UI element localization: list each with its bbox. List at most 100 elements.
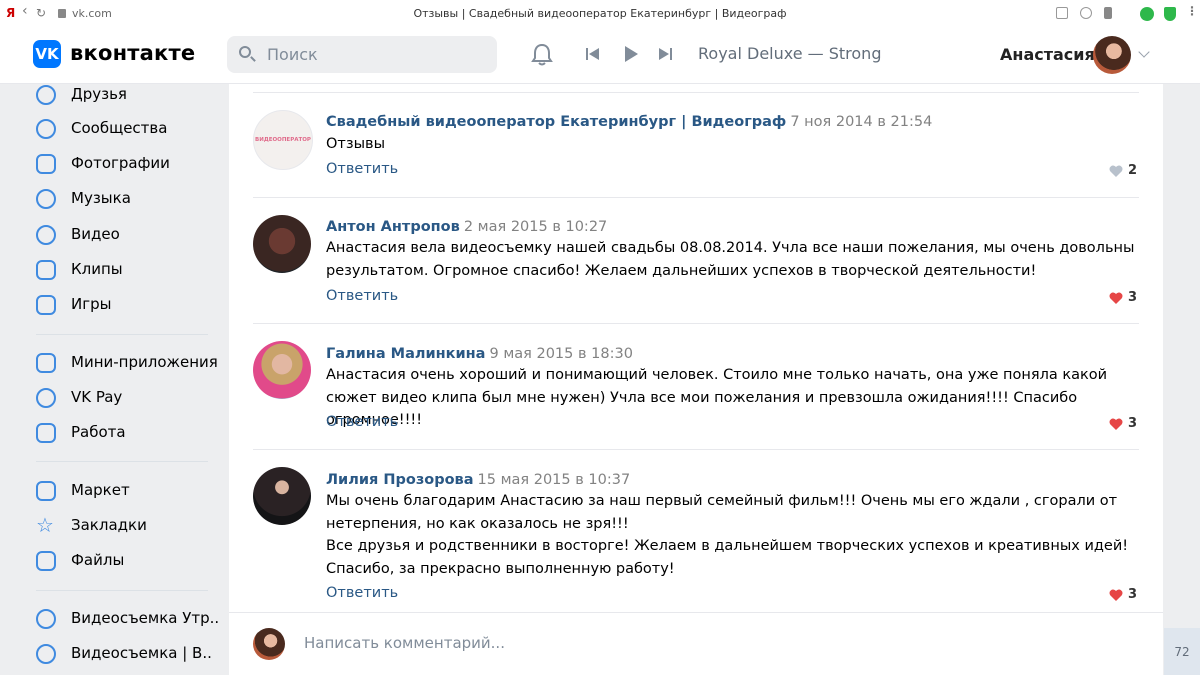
files-icon	[36, 551, 56, 571]
comment-date[interactable]: 9 мая 2015 в 18:30	[489, 346, 632, 362]
avatar-logo-text: ВИДЕООПЕРАТОР	[255, 137, 311, 143]
sidebar-item-files[interactable]: Файлы	[36, 549, 226, 573]
menu-icon[interactable]: ⋮	[1186, 4, 1198, 18]
comment-header: Лилия Прозорова 15 мая 2015 в 10:37	[326, 469, 630, 488]
comment-divider	[253, 323, 1139, 324]
avatar[interactable]	[253, 215, 311, 273]
sidebar-item-label: Игры	[71, 295, 112, 313]
scroll-counter-badge[interactable]: 72	[1164, 628, 1200, 675]
sidebar-item-clips[interactable]: Клипы	[36, 258, 226, 282]
play-icon[interactable]	[622, 45, 640, 63]
like-button[interactable]: 3	[1109, 416, 1137, 431]
market-icon	[36, 481, 56, 501]
heart-icon	[1109, 292, 1123, 304]
sidebar-item-label: Видеосъемка | В..	[71, 644, 212, 662]
search-input[interactable]: Поиск	[227, 36, 497, 73]
like-count: 3	[1127, 416, 1137, 431]
search-icon	[239, 46, 251, 58]
chevron-down-icon[interactable]	[1138, 46, 1150, 58]
sidebar-item-label: Друзья	[71, 85, 127, 103]
sidebar-item-games[interactable]: Игры	[36, 293, 226, 317]
comment-date[interactable]: 2 мая 2015 в 10:27	[464, 219, 607, 235]
search-placeholder: Поиск	[267, 45, 318, 64]
sidebar-item-group-2[interactable]: Видеосъемка | В..	[36, 642, 226, 666]
site-header: VK вконтакте Поиск Royal Deluxe — Strong…	[0, 28, 1200, 84]
sidebar-item-label: Работа	[71, 423, 126, 441]
sidebar-item-video[interactable]: Видео	[36, 223, 226, 247]
comment-text: Анастасия вела видеосъемку нашей свадьбы…	[326, 240, 1135, 279]
comment-header: Свадебный видеооператор Екатеринбург | В…	[326, 111, 932, 130]
avatar[interactable]	[253, 341, 311, 399]
like-count: 2	[1127, 163, 1137, 178]
comment-divider	[253, 197, 1139, 198]
sidebar-divider	[36, 334, 208, 335]
vk-logo-icon[interactable]: VK	[33, 40, 61, 68]
avatar[interactable]	[253, 467, 311, 525]
sidebar-item-label: Маркет	[71, 481, 130, 499]
comment-header: Антон Антропов 2 мая 2015 в 10:27	[326, 216, 607, 235]
sidebar-item-group-1[interactable]: Видеосъемка Утр..	[36, 607, 226, 631]
vkpay-icon	[36, 388, 56, 408]
comment-author[interactable]: Галина Малинкина	[326, 346, 485, 362]
zoom-icon[interactable]	[1080, 7, 1092, 19]
check-extension-icon[interactable]	[1140, 7, 1154, 21]
sidebar-item-market[interactable]: Маркет	[36, 479, 226, 503]
like-count: 3	[1127, 587, 1137, 602]
next-track-icon[interactable]	[657, 46, 673, 62]
shield-extension-icon[interactable]	[1164, 7, 1176, 21]
like-button[interactable]: 3	[1109, 290, 1137, 305]
comment-author[interactable]: Лилия Прозорова	[326, 472, 474, 488]
comment-text: Отзывы	[326, 136, 386, 152]
left-sidebar: Друзья Сообщества Фотографии Музыка Виде…	[0, 84, 228, 675]
comment-input[interactable]: Написать комментарий...	[304, 634, 505, 652]
comment-header: Галина Малинкина 9 мая 2015 в 18:30	[326, 343, 633, 362]
sidebar-divider	[36, 590, 208, 591]
games-icon	[36, 295, 56, 315]
like-button[interactable]: 2	[1109, 163, 1137, 178]
page-title: Отзывы | Свадебный видеооператор Екатери…	[413, 7, 787, 20]
sidebar-item-communities[interactable]: Сообщества	[36, 117, 226, 141]
comment-author[interactable]: Свадебный видеооператор Екатеринбург | В…	[326, 114, 786, 130]
previous-track-icon[interactable]	[585, 46, 601, 62]
comment-date[interactable]: 7 ноя 2014 в 21:54	[790, 114, 932, 130]
sidebar-item-mini-apps[interactable]: Мини-приложения	[36, 351, 226, 375]
comment-divider	[253, 449, 1139, 450]
heart-icon	[1109, 418, 1123, 430]
comment-author[interactable]: Антон Антропов	[326, 219, 460, 235]
sidebar-item-photos[interactable]: Фотографии	[36, 152, 226, 176]
vk-logo-text[interactable]: вконтакте	[70, 41, 195, 65]
reply-button[interactable]: Ответить	[326, 414, 398, 430]
sidebar-item-label: Файлы	[71, 551, 125, 569]
bookmarks-icon: ☆	[36, 513, 54, 537]
reply-button[interactable]: Ответить	[326, 288, 398, 304]
comment-date[interactable]: 15 мая 2015 в 10:37	[478, 472, 631, 488]
comment-text: Мы очень благодарим Анастасию за наш пер…	[326, 493, 1129, 577]
now-playing-track[interactable]: Royal Deluxe — Strong	[698, 44, 881, 63]
sidebar-item-label: Закладки	[71, 516, 147, 534]
sidebar-item-label: Клипы	[71, 260, 123, 278]
sidebar-item-label: Видео	[71, 225, 120, 243]
music-icon	[36, 189, 56, 209]
heart-icon	[1109, 589, 1123, 601]
notifications-bell-icon[interactable]	[530, 42, 554, 68]
sidebar-item-bookmarks[interactable]: ☆ Закладки	[36, 513, 226, 538]
translate-icon[interactable]	[1056, 7, 1068, 19]
avatar[interactable]: ВИДЕООПЕРАТОР	[253, 110, 313, 170]
comment-composer: Написать комментарий...	[229, 612, 1163, 675]
sidebar-item-vkpay[interactable]: VK Pay	[36, 386, 226, 410]
sidebar-item-music[interactable]: Музыка	[36, 187, 226, 211]
bookmark-icon[interactable]	[1104, 7, 1112, 19]
group-icon	[36, 644, 56, 664]
avatar[interactable]	[253, 628, 285, 660]
sidebar-item-work[interactable]: Работа	[36, 421, 226, 445]
avatar[interactable]	[1093, 36, 1131, 74]
like-button[interactable]: 3	[1109, 587, 1137, 602]
communities-icon	[36, 119, 56, 139]
video-icon	[36, 225, 56, 245]
reply-button[interactable]: Ответить	[326, 161, 398, 177]
sidebar-item-friends[interactable]: Друзья	[36, 83, 226, 107]
user-name[interactable]: Анастасия	[1000, 45, 1095, 64]
reply-button[interactable]: Ответить	[326, 585, 398, 601]
like-count: 3	[1127, 290, 1137, 305]
photos-icon	[36, 154, 56, 174]
